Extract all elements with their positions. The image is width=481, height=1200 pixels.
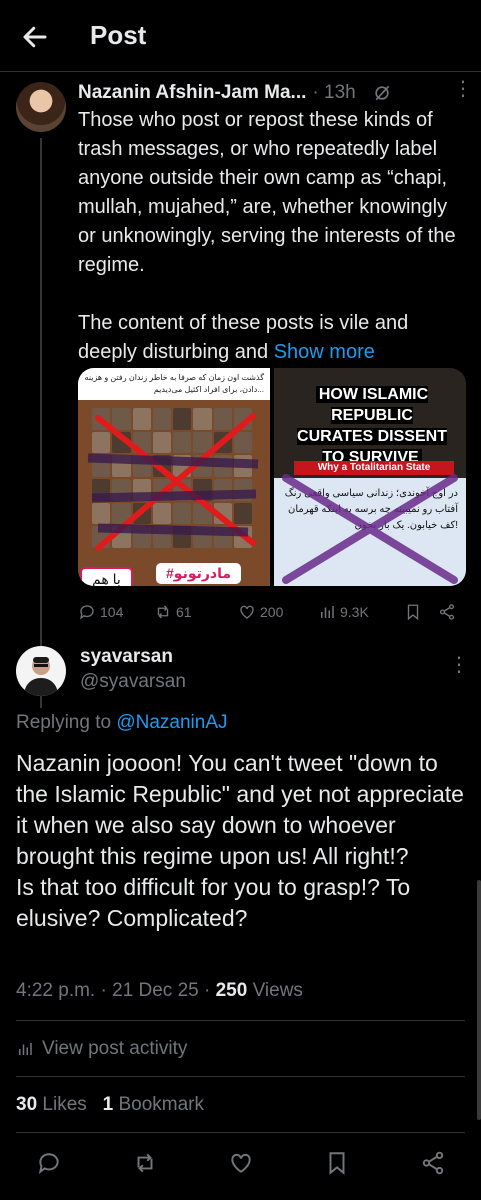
repost-action[interactable]: 61 bbox=[154, 603, 238, 621]
replying-to-handle[interactable]: @NazaninAJ bbox=[116, 712, 227, 733]
more-options-icon[interactable]: ⋮ bbox=[449, 652, 469, 677]
engagement-stats: 30 Likes 1 Bookmark bbox=[16, 1094, 204, 1116]
reply-icon[interactable] bbox=[36, 1150, 62, 1176]
post-action-bar bbox=[36, 1150, 446, 1176]
repost-count: 61 bbox=[176, 604, 192, 620]
image-caption-text: گذشت اون زمان که صرفا به خاطر زندان رفتن… bbox=[78, 368, 270, 400]
heart-icon[interactable] bbox=[228, 1150, 254, 1176]
divider bbox=[16, 1020, 465, 1021]
avatar-image bbox=[24, 657, 58, 696]
post-time[interactable]: · 13h bbox=[312, 82, 355, 104]
post-text: Nazanin joooon! You can't tweet "down to… bbox=[16, 750, 464, 931]
more-options-icon[interactable]: ⋮ bbox=[453, 76, 473, 100]
thread-line bbox=[40, 138, 42, 708]
bookmark-icon[interactable] bbox=[324, 1150, 350, 1176]
post-text: Those who post or repost these kinds of … bbox=[78, 106, 470, 367]
red-cross-mark bbox=[87, 413, 259, 551]
together-button: با هم bbox=[80, 567, 133, 586]
media-image-2[interactable]: HOW ISLAMIC REPUBLIC CURATES DISSENT TO … bbox=[274, 368, 466, 586]
heart-icon bbox=[240, 605, 254, 619]
views-bar-icon bbox=[321, 606, 334, 618]
views-count: 9.3K bbox=[340, 604, 369, 620]
post-meta: 4:22 p.m. · 21 Dec 25 · 250 Views bbox=[16, 980, 303, 1001]
avatar[interactable] bbox=[16, 82, 66, 132]
author-name[interactable]: Nazanin Afshin-Jam Ma... bbox=[78, 82, 306, 104]
avatar[interactable] bbox=[16, 646, 66, 696]
bookmark-icon bbox=[407, 604, 419, 621]
hashtag-button: #مادرتونو bbox=[156, 563, 242, 584]
post-timestamp[interactable]: 4:22 p.m. · 21 Dec 25 · bbox=[16, 980, 216, 1001]
post-action-bar: 104 61 200 9.3K bbox=[78, 600, 468, 624]
analytics-icon bbox=[19, 1043, 32, 1055]
back-arrow-icon[interactable] bbox=[20, 22, 50, 52]
post-header: Nazanin Afshin-Jam Ma... · 13h bbox=[78, 80, 468, 106]
author-name[interactable]: syavarsan bbox=[80, 646, 173, 668]
image-headline: HOW ISLAMIC REPUBLIC CURATES DISSENT TO … bbox=[297, 386, 447, 466]
bookmark-action[interactable] bbox=[404, 603, 438, 621]
purple-cross-mark bbox=[282, 474, 458, 584]
repost-icon[interactable] bbox=[132, 1150, 158, 1176]
share-icon bbox=[439, 604, 455, 620]
like-count: 200 bbox=[260, 604, 284, 620]
likes-stat[interactable]: 30 Likes bbox=[16, 1094, 87, 1115]
show-more-link[interactable]: Show more bbox=[274, 341, 375, 363]
reply-action[interactable]: 104 bbox=[78, 603, 154, 621]
scrollbar[interactable] bbox=[477, 880, 481, 1120]
media-gallery[interactable]: گذشت اون زمان که صرفا به خاطر زندان رفتن… bbox=[78, 368, 466, 586]
grok-icon[interactable] bbox=[372, 83, 392, 103]
share-icon[interactable] bbox=[420, 1150, 446, 1176]
replying-to: Replying to @NazaninAJ bbox=[16, 712, 228, 733]
views-action[interactable]: 9.3K bbox=[318, 603, 404, 621]
repost-icon bbox=[157, 605, 169, 619]
post-paragraph: Those who post or repost these kinds of … bbox=[78, 109, 456, 276]
share-action[interactable] bbox=[438, 603, 456, 621]
views-count: 250 bbox=[215, 980, 248, 1001]
reply-count: 104 bbox=[100, 604, 124, 620]
divider bbox=[16, 1132, 465, 1133]
post-paragraph: The content of these posts is vile and d… bbox=[78, 312, 409, 363]
bookmarks-stat[interactable]: 1 Bookmark bbox=[103, 1094, 204, 1115]
author-handle[interactable]: @syavarsan bbox=[80, 671, 186, 693]
divider bbox=[16, 1076, 465, 1077]
media-image-1[interactable]: گذشت اون زمان که صرفا به خاطر زندان رفتن… bbox=[78, 368, 270, 586]
reply-icon bbox=[79, 605, 94, 620]
like-action[interactable]: 200 bbox=[238, 603, 318, 621]
view-post-activity-link[interactable]: View post activity bbox=[16, 1038, 187, 1060]
top-bar: Post bbox=[0, 0, 481, 72]
page-title: Post bbox=[90, 20, 147, 50]
